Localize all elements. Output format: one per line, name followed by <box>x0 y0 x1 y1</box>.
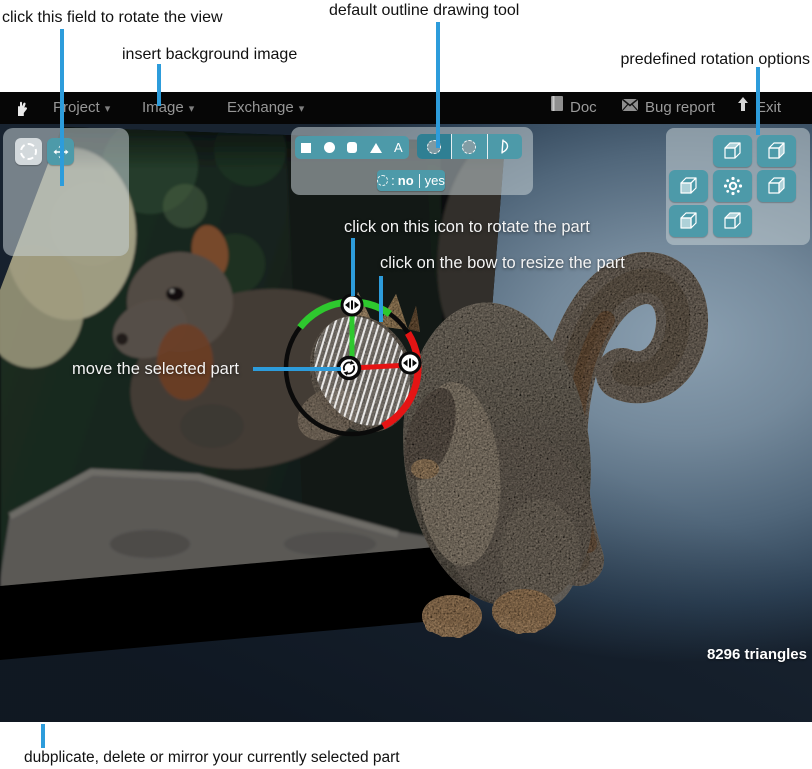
bug-report-button[interactable]: Bug report <box>622 92 715 124</box>
bug-report-label: Bug report <box>645 99 715 116</box>
exit-label: Exit <box>756 99 781 116</box>
pointer-line-part-actions <box>41 724 45 748</box>
hand-logo-icon <box>13 92 31 124</box>
draw-toolbar: A : no yes <box>291 127 533 195</box>
menu-project-label: Project <box>53 99 100 116</box>
outline-curve-icon <box>499 138 511 155</box>
annotation-rotation-options: predefined rotation options <box>621 51 810 69</box>
rotate-part-handle-icon <box>342 295 362 315</box>
rotate-view-top-button[interactable] <box>713 135 752 167</box>
cube-view-bottom-icon <box>722 211 744 231</box>
outline-dashed-circle-icon <box>427 140 441 154</box>
cube-view-front-icon <box>678 211 700 231</box>
menu-image[interactable]: Image ▾ <box>142 92 194 124</box>
annotation-rotate-view: click this field to rotate the view <box>2 9 223 27</box>
triangle-count: 8296 triangles <box>707 646 807 663</box>
reset-light-button[interactable] <box>713 170 752 202</box>
rotate-view-button[interactable] <box>15 138 42 165</box>
cube-view-top-icon <box>722 141 744 161</box>
dashed-circle-icon <box>377 175 388 186</box>
rotate-view-front-button[interactable] <box>669 205 708 237</box>
rotate-view-bottom-button[interactable] <box>713 205 752 237</box>
toggle-option-no[interactable]: no <box>398 173 414 188</box>
menu-project[interactable]: Project ▾ <box>53 92 110 124</box>
doc-icon <box>551 91 563 123</box>
doc-button[interactable]: Doc <box>551 92 597 124</box>
annotation-outline-tool: default outline drawing tool <box>329 2 519 20</box>
view-rotate-field[interactable] <box>3 128 129 256</box>
toggle-option-yes[interactable]: yes <box>425 173 445 188</box>
pan-view-button[interactable] <box>47 138 74 165</box>
cube-view-left-icon <box>678 176 700 196</box>
toggle-divider <box>419 174 420 188</box>
text-tool-icon[interactable]: A <box>394 141 403 154</box>
rotate-view-right-button[interactable] <box>757 170 796 202</box>
rotate-view-left-button[interactable] <box>669 170 708 202</box>
resize-part-handle-icon <box>400 353 420 373</box>
sun-light-icon <box>723 176 743 196</box>
chevron-down-icon: ▾ <box>105 103 111 115</box>
chevron-down-icon: ▾ <box>189 103 195 115</box>
outline-curve-tool[interactable] <box>487 134 522 159</box>
menu-exchange[interactable]: Exchange ▾ <box>227 92 304 124</box>
rotation-options-panel <box>666 128 810 245</box>
circle-tool-icon[interactable] <box>324 142 335 153</box>
rotate-view-top-right-button[interactable] <box>757 135 796 167</box>
outline-dashed-circle-alt-tool[interactable] <box>451 134 486 159</box>
triangle-tool-icon[interactable] <box>370 143 382 153</box>
exit-button[interactable]: Exit <box>737 92 781 124</box>
chevron-down-icon: ▾ <box>299 103 305 115</box>
outline-dashed-circle-tool[interactable] <box>417 134 451 159</box>
annotation-part-actions: dubplicate, delete or mirror your curren… <box>24 749 400 767</box>
annotation-insert-background: insert background image <box>122 46 297 64</box>
toggle-separator: : <box>391 173 395 188</box>
shape-tool-group: A <box>295 136 409 159</box>
rotate-view-icon <box>20 143 37 160</box>
pan-view-icon <box>53 144 69 160</box>
cube-view-right-icon <box>766 176 788 196</box>
cube-view-top-right-icon <box>766 141 788 161</box>
move-part-handle-icon <box>339 358 360 379</box>
doc-label: Doc <box>570 99 597 116</box>
outline-tool-group <box>417 134 522 159</box>
menu-image-label: Image <box>142 99 184 116</box>
menubar: Project ▾ Image ▾ Exchange ▾ Doc Bug report… <box>0 92 812 124</box>
rounded-square-tool-icon[interactable] <box>347 142 357 153</box>
square-tool-icon[interactable] <box>301 143 311 153</box>
outline-dashed-circle-alt-icon <box>462 140 476 154</box>
menu-exchange-label: Exchange <box>227 99 294 116</box>
outline-toggle[interactable]: : no yes <box>377 170 445 191</box>
exit-arrow-icon <box>737 91 749 123</box>
bug-report-icon <box>622 91 638 123</box>
